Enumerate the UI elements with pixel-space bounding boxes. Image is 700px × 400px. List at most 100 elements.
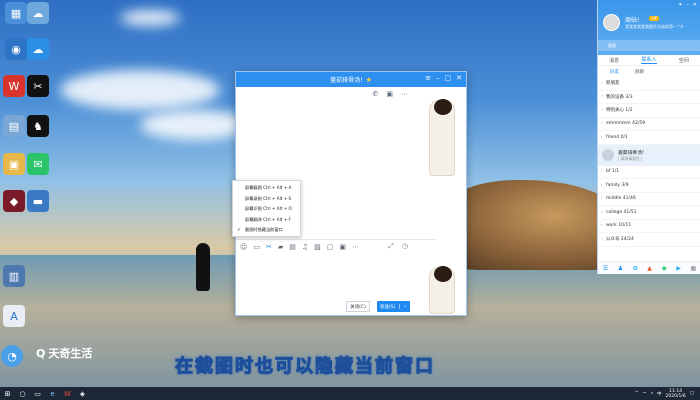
screen-share-icon[interactable]: ▣ [386,90,393,98]
desktop-icon[interactable]: ▬ [27,190,49,212]
app-icon[interactable]: ▲ [647,265,652,272]
expand-icon[interactable]: ⤢ [388,242,394,251]
friend-group[interactable]: friend 0/1 [598,131,700,145]
watermark-logo: Q 天奇生活 [36,345,92,361]
people-icon[interactable]: ♟ [618,265,623,272]
video-icon[interactable]: ▢ [327,243,334,251]
friend-group[interactable]: college 41/51 [598,206,700,220]
start-icon[interactable]: ⊞ [0,387,15,400]
phone-icon[interactable]: ✆ [373,90,379,98]
friend-group[interactable]: 新朋友 [598,77,700,91]
qq-tabs: 消息 联系人 空间 [598,55,700,66]
more-icon[interactable]: ⋯ [401,90,408,98]
desktop-icon[interactable]: ◉ [5,38,27,60]
app-icon[interactable]: ▶ [676,265,681,272]
skin-icon[interactable]: ✦ [678,2,682,8]
browser-icon[interactable]: e [45,387,60,400]
input-right-icons: ⤢ ◷ [388,242,408,251]
taskbar: ⊞ ○ ▭ e W ◈ ^ ⌔ ◃ 中 11:14 2020/1/6 ▢ [0,387,700,400]
menu-item-screenshot[interactable]: 屏幕截图 Ctrl + Alt + A [233,183,300,194]
self-avatar-show [429,266,455,314]
tab-messages[interactable]: 消息 [609,57,619,64]
app-icon[interactable]: ◈ [75,387,90,400]
friend-group[interactable]: 公众号 24/24 [598,233,700,247]
desktop-icon[interactable]: W [3,75,25,97]
menu-item-ocr[interactable]: 屏幕识图 Ctrl + Alt + O [233,204,300,215]
wechat-icon[interactable]: ✉ [27,153,49,175]
menu-icon[interactable]: ☰ [603,265,608,272]
chevron-down-icon[interactable]: ⌄ [399,304,407,309]
emoji-icon[interactable]: ☺ [240,243,247,251]
user-sign[interactable]: 我我我我我我握住兄弟的第一^A [625,24,683,30]
desktop-icon[interactable]: ▥ [3,265,25,287]
app-icon[interactable]: W [60,387,75,400]
desktop-icon[interactable]: A [3,305,25,327]
music-icon[interactable]: ♫ [302,243,308,251]
volume-icon[interactable]: ◃ [651,391,653,396]
desktop-icon[interactable]: ◔ [1,345,23,367]
maximize-icon[interactable]: □ [445,74,452,82]
friend-group[interactable]: work 10/11 [598,220,700,233]
friend-group[interactable]: family 3/9 [598,179,700,193]
menu-item-translate[interactable]: 屏幕翻译 Ctrl + Alt + F [233,215,300,226]
search-placeholder: 搜索 [608,42,616,48]
send-button[interactable]: 发送(S) ⌄ [377,301,410,312]
friend-group[interactable]: 特别关心 1/2 [598,104,700,118]
user-name[interactable]: 周砧! [625,15,639,24]
search-input[interactable]: 搜索 [598,40,700,51]
contact-status: [ 离线请留言 ] [618,155,643,161]
notification-icon[interactable]: ▢ [690,391,694,396]
desktop-icon[interactable]: ☁ [27,2,49,24]
desktop-icon[interactable]: ☁ [27,38,49,60]
tab-contacts[interactable]: 联系人 [641,56,657,64]
desktop-icon[interactable]: ▦ [5,2,27,24]
folder-icon[interactable]: ▰ [278,243,283,251]
desktop-icon[interactable]: ✂ [27,75,49,97]
menu-item-hide-window[interactable]: ✓ 截图时隐藏当前窗口 [233,225,300,236]
chevron-up-icon[interactable]: ^ [635,391,639,396]
grid-icon[interactable]: ▦ [690,265,696,272]
chat-toolbar: ✆ ▣ ⋯ [373,90,409,98]
send-label: 发送(S) [379,304,396,310]
star-icon[interactable]: ✿ [633,265,638,272]
minimize-icon[interactable]: – [686,2,689,8]
app-icon[interactable]: ◉ [661,265,666,272]
desktop-icon[interactable]: ▣ [3,153,25,175]
more-icon[interactable]: ⋯ [352,243,359,251]
vip-badge: VIP [649,16,660,21]
task-view-icon[interactable]: ▭ [30,387,45,400]
minimize-icon[interactable]: – [436,74,440,82]
avatar[interactable] [603,14,620,31]
image-icon[interactable]: ▨ [314,243,321,251]
friend-group[interactable]: middle 41/46 [598,193,700,206]
close-icon[interactable]: ✕ [456,74,462,82]
clock[interactable]: 11:14 2020/1/6 [666,389,686,399]
menu-icon[interactable]: ≡ [425,74,431,82]
friend-group[interactable]: emmmmm 42/59 [598,118,700,131]
gif-icon[interactable]: ▭ [253,243,260,251]
close-icon[interactable]: ✕ [693,2,697,8]
desktop-icon[interactable]: ◆ [3,190,25,212]
menu-item-record[interactable]: 屏幕录制 Ctrl + Alt + S [233,194,300,205]
file-icon[interactable]: ▤ [289,243,296,251]
screenshot-icon[interactable]: ✂ [266,243,272,251]
search-icon[interactable]: ○ [15,387,30,400]
contact-name: 蔷茹排骨汤! [618,150,644,156]
checkmark-icon: ✓ [237,227,242,234]
qq-icon[interactable]: ♞ [27,115,49,137]
friend-group[interactable]: 我的设备 3/3 [598,91,700,104]
subtab-groups[interactable]: 群聊 [635,69,644,75]
menu-label: 截图时隐藏当前窗口 [245,227,283,233]
clock-date: 2020/1/6 [665,393,686,399]
contact-item[interactable]: 蔷茹排骨汤! [ 离线请留言 ] [598,144,700,166]
tab-space[interactable]: 空间 [679,57,689,64]
share-icon[interactable]: ▣ [339,243,346,251]
network-icon[interactable]: ⌔ [643,391,647,397]
chat-title: 蔷茹排骨汤! [330,77,363,84]
subtab-friends[interactable]: 好友 [610,69,619,75]
friend-group[interactable]: bf 1/1 [598,166,700,179]
history-icon[interactable]: ◷ [402,242,408,251]
close-button[interactable]: 关闭(C) [346,301,370,312]
ime-icon[interactable]: 中 [657,391,662,397]
desktop-icon[interactable]: ▤ [3,115,25,137]
